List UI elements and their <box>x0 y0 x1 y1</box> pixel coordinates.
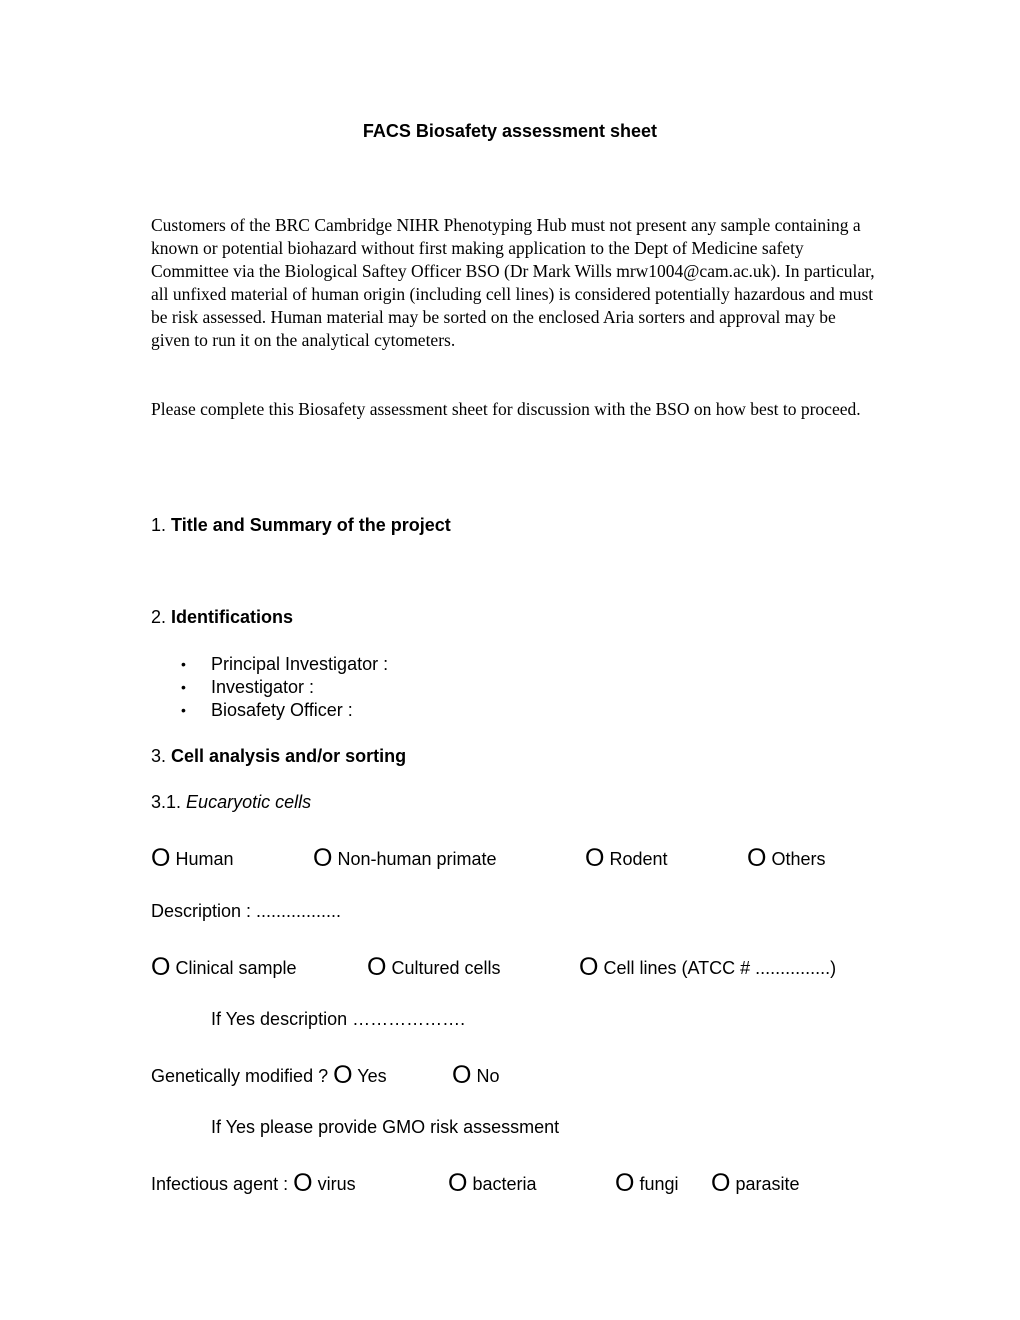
genetically-modified-label: Genetically modified ? <box>151 1066 329 1086</box>
section-3-heading: 3. Cell analysis and/or sorting <box>151 746 406 767</box>
radio-circle-icon[interactable]: O <box>151 953 170 981</box>
section-3-1-heading: 3.1. Eucaryotic cells <box>151 792 311 813</box>
section-title: Identifications <box>171 607 294 627</box>
radio-circle-icon[interactable]: O <box>747 844 766 872</box>
option-virus[interactable]: O virus <box>293 1171 356 1196</box>
principal-investigator-field[interactable]: Principal Investigator : <box>211 654 388 675</box>
instruction-paragraph: Please complete this Biosafety assessmen… <box>151 399 861 419</box>
option-yes[interactable]: O Yes <box>333 1063 387 1088</box>
option-label: bacteria <box>472 1174 537 1194</box>
radio-circle-icon[interactable]: O <box>293 1169 312 1197</box>
radio-circle-icon[interactable]: O <box>367 953 386 981</box>
section-number: 2. <box>151 607 167 627</box>
radio-circle-icon[interactable]: O <box>333 1061 352 1089</box>
option-cultured-cells[interactable]: O Cultured cells <box>367 955 501 980</box>
option-label: Others <box>771 849 826 869</box>
genetically-modified-row: Genetically modified ? O Yes <box>151 1063 387 1088</box>
option-label: Human <box>175 849 234 869</box>
option-label: Yes <box>357 1066 387 1086</box>
section-number: 1. <box>151 515 167 535</box>
bullet-icon: • <box>181 679 186 695</box>
option-label: virus <box>317 1174 356 1194</box>
option-bacteria[interactable]: O bacteria <box>448 1171 537 1196</box>
radio-circle-icon[interactable]: O <box>615 1169 634 1197</box>
option-label: Cultured cells <box>391 958 501 978</box>
section-title: Eucaryotic cells <box>186 792 312 812</box>
radio-circle-icon[interactable]: O <box>579 953 598 981</box>
option-fungi[interactable]: O fungi <box>615 1171 679 1196</box>
option-non-human-primate[interactable]: O Non-human primate <box>313 846 497 871</box>
option-label: Rodent <box>609 849 668 869</box>
bullet-icon: • <box>181 656 186 672</box>
option-label: Cell lines (ATCC # ...............) <box>603 958 837 978</box>
option-others[interactable]: O Others <box>747 846 826 871</box>
infectious-agent-label: Infectious agent : <box>151 1174 289 1194</box>
option-label: fungi <box>639 1174 679 1194</box>
option-label: Clinical sample <box>175 958 297 978</box>
description-field[interactable]: Description : ................. <box>151 901 341 922</box>
option-human[interactable]: O Human <box>151 846 234 871</box>
section-2-heading: 2. Identifications <box>151 607 293 628</box>
section-title: Cell analysis and/or sorting <box>171 746 407 766</box>
radio-circle-icon[interactable]: O <box>711 1169 730 1197</box>
radio-circle-icon[interactable]: O <box>313 844 332 872</box>
radio-circle-icon[interactable]: O <box>452 1061 471 1089</box>
radio-circle-icon[interactable]: O <box>151 844 170 872</box>
investigator-field[interactable]: Investigator : <box>211 677 314 698</box>
section-1-heading: 1. Title and Summary of the project <box>151 515 451 536</box>
option-label: Non-human primate <box>337 849 497 869</box>
if-yes-description-field[interactable]: If Yes description ………………. <box>211 1009 465 1030</box>
section-title: Title and Summary of the project <box>171 515 451 535</box>
option-parasite[interactable]: O parasite <box>711 1171 800 1196</box>
infectious-agent-row: Infectious agent : O virus <box>151 1171 356 1196</box>
option-clinical-sample[interactable]: O Clinical sample <box>151 955 297 980</box>
gmo-note: If Yes please provide GMO risk assessmen… <box>211 1117 560 1137</box>
section-number: 3. <box>151 746 167 766</box>
document-title: FACS Biosafety assessment sheet <box>362 121 658 141</box>
option-rodent[interactable]: O Rodent <box>585 846 668 871</box>
option-label: parasite <box>735 1174 800 1194</box>
bullet-icon: • <box>181 702 186 718</box>
intro-paragraph: Customers of the BRC Cambridge NIHR Phen… <box>151 215 875 350</box>
option-cell-lines[interactable]: O Cell lines (ATCC # ...............) <box>579 955 836 980</box>
option-label: No <box>476 1066 500 1086</box>
radio-circle-icon[interactable]: O <box>585 844 604 872</box>
radio-circle-icon[interactable]: O <box>448 1169 467 1197</box>
option-no[interactable]: O No <box>452 1063 499 1088</box>
biosafety-officer-field[interactable]: Biosafety Officer : <box>211 700 353 721</box>
section-number: 3.1. <box>151 792 182 812</box>
